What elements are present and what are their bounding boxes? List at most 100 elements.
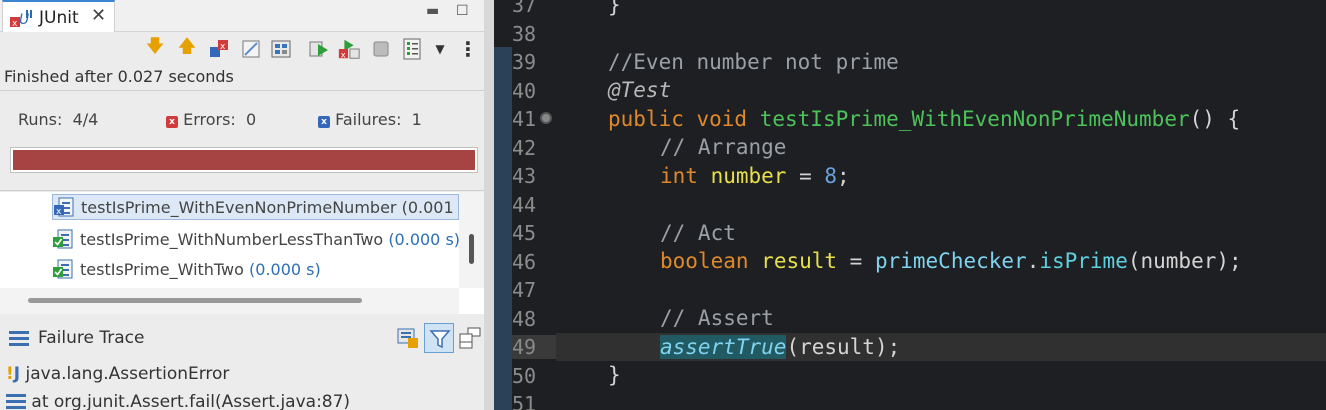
trace-line[interactable]: at org.junit.Assert.fail(Assert.java:87)	[6, 392, 350, 410]
errors-label: Errors:	[183, 110, 236, 129]
tree-item-failed-test[interactable]: x testIsPrime_WithEvenNonPrimeNumber (0.…	[52, 194, 467, 220]
code-line-45: // Act	[660, 221, 736, 245]
vertical-scrollbar[interactable]	[459, 192, 484, 288]
svg-text:x: x	[341, 49, 346, 59]
trace-line[interactable]: !J java.lang.AssertionError	[6, 364, 229, 384]
tree-item-passed-test[interactable]: testIsPrime_WithNumberLessThanTwo (0.000…	[52, 226, 460, 252]
line-number: 47	[512, 278, 537, 302]
more-icon[interactable]: ⋮	[456, 37, 480, 61]
line-number: 43	[512, 164, 537, 188]
rerun-icon[interactable]	[307, 37, 331, 61]
failure-trace-header: Failure Trace	[0, 322, 484, 354]
view-tab-bar: x U JUnit ✕ ▬ ☐	[0, 0, 484, 32]
line-number: 49	[512, 335, 556, 359]
trace-text: at org.junit.Assert.fail(Assert.java:87)	[31, 392, 351, 410]
code-line-43: int number = 8;	[660, 164, 850, 188]
fold-toggle-icon[interactable]	[540, 112, 552, 124]
code-line-46: boolean result = primeChecker.isPrime(nu…	[660, 249, 1242, 273]
filter-stack-button[interactable]	[424, 323, 454, 353]
line-number: 46	[512, 249, 537, 274]
code-line-39: //Even number not prime	[608, 50, 899, 74]
failures-label: Failures:	[335, 110, 402, 129]
code-line-42: // Arrange	[660, 135, 787, 159]
stop-icon[interactable]	[369, 37, 393, 61]
error-icon: x	[166, 116, 178, 128]
test-time: (0.001 s	[401, 197, 468, 217]
compare-icon[interactable]	[396, 326, 420, 350]
line-number: 37	[512, 0, 537, 17]
test-name: testIsPrime_WithTwo	[80, 259, 244, 279]
scroll-thumb[interactable]	[469, 234, 474, 264]
line-number: 44	[512, 192, 537, 217]
run-status: Finished after 0.027 seconds	[4, 67, 234, 86]
failures-counter: x Failures: 1	[318, 110, 422, 129]
junit-panel: x U JUnit ✕ ▬ ☐ 🡇 🡅 x x ▼ ⋮ Finished aft…	[0, 0, 484, 410]
maximize-icon[interactable]: ☐	[456, 3, 469, 19]
separator	[0, 190, 484, 191]
scroll-thumb[interactable]	[28, 298, 362, 303]
code-line-48: // Assert	[660, 306, 774, 330]
line-number: 40	[512, 78, 537, 103]
runs-label: Runs:	[18, 110, 63, 129]
code-line-50: }	[608, 363, 621, 387]
test-name: testIsPrime_WithNumberLessThanTwo	[80, 229, 384, 249]
line-number: 39	[512, 50, 537, 74]
scroll-lock-icon[interactable]	[239, 37, 263, 61]
filter-icon	[429, 330, 451, 349]
separator	[0, 90, 484, 91]
code-editor[interactable]: 37 38 39 40 41 42 43 44 45 46 47 48 49 50 51 } //Even …	[494, 0, 1326, 410]
tree-item-passed-test[interactable]: testIsPrime_WithTwo (0.000 s)	[52, 256, 321, 282]
failure-icon: x	[318, 116, 330, 128]
errors-value: 0	[246, 110, 257, 129]
line-number: 45	[512, 221, 537, 245]
test-passed-icon	[53, 259, 73, 279]
exception-icon-j: J	[13, 364, 21, 384]
test-time: (0.000 s)	[249, 259, 321, 279]
line-number: 38	[512, 21, 537, 46]
layout-icon[interactable]	[400, 37, 424, 61]
svg-text:x: x	[220, 42, 226, 52]
failures-only-icon[interactable]: x	[207, 37, 231, 61]
failures-value: 1	[411, 110, 422, 129]
svg-text:x: x	[12, 19, 18, 29]
history-icon[interactable]	[269, 37, 293, 61]
chevron-down-icon[interactable]: ▼	[428, 37, 452, 61]
change-marker-strip	[494, 47, 512, 410]
errors-counter: x Errors: 0	[166, 110, 256, 129]
tab-label: JUnit	[39, 8, 79, 28]
test-passed-icon	[53, 229, 73, 249]
rerun-failed-icon[interactable]: x	[337, 37, 361, 61]
code-line-40: @Test	[608, 78, 672, 102]
code-line-37: }	[608, 0, 621, 17]
line-number: 50	[512, 363, 537, 388]
runs-counter: Runs: 4/4	[18, 110, 98, 129]
runs-value: 4/4	[72, 110, 99, 129]
test-name: testIsPrime_WithEvenNonPrimeNumber	[81, 197, 397, 217]
code-line-49: assertTrue(result);	[660, 335, 901, 359]
trace-text: java.lang.AssertionError	[25, 364, 230, 384]
line-number: 51	[512, 392, 537, 410]
restore-icon[interactable]	[458, 326, 482, 350]
down-arrow-icon[interactable]: 🡇	[143, 36, 167, 61]
test-failed-icon: x	[54, 197, 74, 217]
progress-fill	[13, 150, 475, 170]
exception-icon: !	[6, 364, 14, 384]
junit-tab[interactable]: x U JUnit ✕	[2, 0, 115, 32]
list-icon	[9, 331, 29, 346]
failure-trace-title: Failure Trace	[38, 328, 145, 348]
progress-bar	[10, 147, 478, 173]
test-tree: x testIsPrime_WithEvenNonPrimeNumber (0.…	[0, 192, 484, 314]
up-arrow-icon[interactable]: 🡅	[175, 36, 199, 61]
code-line-41: public void testIsPrime_WithEvenNonPrime…	[608, 107, 1241, 131]
close-icon[interactable]: ✕	[91, 5, 106, 26]
svg-text:x: x	[56, 207, 62, 217]
line-number: 42	[512, 135, 537, 160]
horizontal-scrollbar[interactable]	[0, 288, 459, 314]
junit-toolbar: 🡇 🡅 x x ▼ ⋮	[0, 33, 484, 65]
line-number: 48	[512, 306, 537, 331]
test-time: (0.000 s)	[388, 229, 461, 249]
minimize-icon[interactable]: ▬	[426, 3, 439, 19]
junit-icon: x U	[10, 10, 32, 29]
panel-divider[interactable]	[484, 0, 494, 410]
stack-frame-icon	[6, 394, 26, 409]
